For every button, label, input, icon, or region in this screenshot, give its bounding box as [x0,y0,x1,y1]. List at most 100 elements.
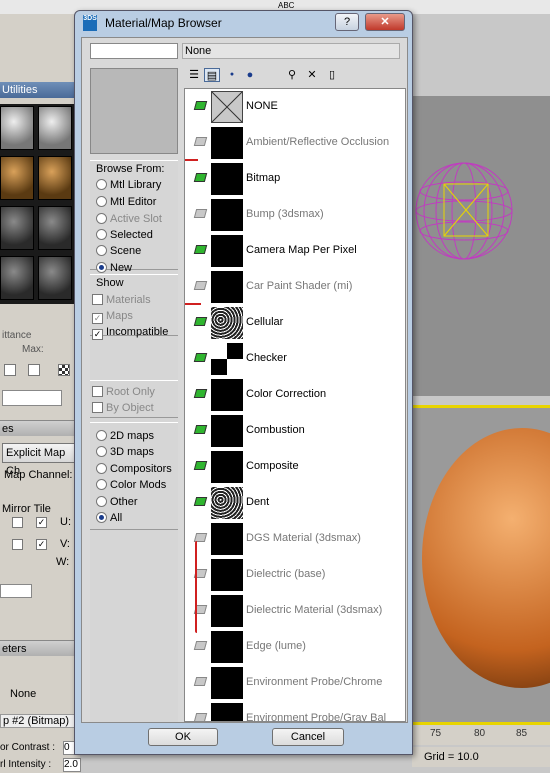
list-item[interactable]: Bitmap [185,161,385,197]
mirror-v-checkbox[interactable] [12,539,23,550]
clear-icon[interactable]: ▯ [324,68,340,82]
map-swatch [211,415,243,447]
list-item[interactable]: Camera Map Per Pixel [185,233,385,269]
map-name-field[interactable]: p #2 (Bitmap) [0,714,80,728]
spinner-field[interactable] [0,584,32,598]
ruler-tick: 85 [516,728,528,739]
radio-all[interactable]: All [96,511,122,525]
list-item[interactable]: Composite [185,449,385,485]
checkbox-by-object[interactable]: By Object [92,401,154,415]
cancel-button[interactable]: Cancel [272,728,344,746]
max-label: Max: [22,344,44,355]
map-channel-label: Map Channel: [4,469,73,481]
list-item[interactable]: Combustion [185,413,385,449]
radio-mtl-editor[interactable]: Mtl Editor [96,195,156,209]
list-view-icon[interactable]: ☰ [186,68,202,82]
time-ruler[interactable]: 75 80 85 [412,725,550,745]
list-item[interactable]: DGS Material (3dsmax) [185,521,385,557]
checkbox-root-only[interactable]: Root Only [92,385,155,399]
help-button[interactable]: ? [335,13,359,31]
checkbox-incompatible[interactable]: ✓ Incompatible [92,325,169,340]
material-slot[interactable] [38,256,72,300]
small-icons-view-icon[interactable]: ● [224,68,240,82]
radio-other[interactable]: Other [96,495,138,509]
tile-v-checkbox[interactable]: ✓ [36,539,47,550]
map-type-icon [193,353,208,362]
options-icon[interactable] [28,364,40,376]
delete-icon[interactable]: ✕ [304,68,320,82]
checkbox-label: By Object [106,402,154,414]
material-slot[interactable] [38,206,72,250]
utilities-tab[interactable]: Utilities [0,82,80,98]
radio-icon [96,213,107,224]
material-slot[interactable] [0,156,34,200]
radio-compositors[interactable]: Compositors [96,462,172,476]
radio-active-slot[interactable]: Active Slot [96,212,162,226]
material-slot[interactable] [38,156,72,200]
list-item[interactable]: Bump (3dsmax) [185,197,385,233]
list-item[interactable]: Car Paint Shader (mi) [185,269,385,305]
radio-selected[interactable]: Selected [96,228,153,242]
radio-icon [96,179,107,190]
list-item-label: Dent [246,496,270,508]
list-item[interactable]: NONE [185,89,385,125]
list-item[interactable]: Ambient/Reflective Occlusion [185,125,389,161]
checkbox-materials[interactable]: Materials [92,293,151,307]
pick-icon[interactable] [4,364,16,376]
search-input[interactable] [90,43,178,59]
radio-2d-maps[interactable]: 2D maps [96,429,154,443]
map-swatch [211,91,243,123]
explicit-map-channel-button[interactable]: Explicit Map Ch [2,443,78,477]
radio-label: Other [110,496,138,508]
viewport-camera[interactable] [412,405,550,725]
coordinates-rollout[interactable]: es [0,420,80,436]
checkbox-label: Incompatible [106,326,169,338]
intensity-field[interactable]: 2.0 [63,758,81,772]
checkmark-icon: ✓ [92,329,103,340]
list-item[interactable]: Color Correction [185,377,385,413]
radio-icon [96,430,107,441]
list-item[interactable]: Dent [185,485,385,521]
radio-mtl-library[interactable]: Mtl Library [96,178,161,192]
list-item-label: NONE [246,100,278,112]
list-item[interactable]: Environment Probe/Gray Bal [185,701,386,721]
checkbox-icon [92,294,103,305]
parameters-rollout[interactable]: eters [0,640,80,656]
ok-button[interactable]: OK [148,728,218,746]
annotation-mark [195,541,199,633]
list-item[interactable]: Edge (lume) [185,629,385,665]
browse-from-title: Browse From: [96,163,165,175]
mirror-u-checkbox[interactable] [12,517,23,528]
list-item-label: Ambient/Reflective Occlusion [246,136,390,148]
checker-icon[interactable] [58,364,70,376]
material-slot[interactable] [0,106,34,150]
map-swatch [211,343,243,375]
radio-scene[interactable]: Scene [96,244,141,258]
checkbox-maps[interactable]: ✓ Maps [92,309,133,324]
close-button[interactable]: ✕ [365,13,405,31]
viewport-perspective[interactable] [412,96,550,396]
list-item[interactable]: Checker [185,341,385,377]
list-item[interactable]: Dielectric (base) [185,557,385,593]
large-icons-view-icon[interactable]: ● [242,68,258,82]
list-item[interactable]: Dielectric Material (3dsmax) [185,593,385,629]
ruler-tick: 80 [474,728,486,739]
material-slot[interactable] [38,106,72,150]
abc-tab[interactable]: ABC [278,1,294,10]
radio-3d-maps[interactable]: 3D maps [96,445,154,459]
radio-icon [96,496,107,507]
list-item-label: Color Correction [246,388,327,400]
material-slot[interactable] [0,256,34,300]
list-icons-view-icon[interactable]: ▤ [204,68,220,82]
update-scene-icon[interactable]: ⚲ [284,68,300,82]
map-list[interactable]: NONE Ambient/Reflective Occlusion Bitmap Bu… [184,88,406,722]
material-slot[interactable] [0,206,34,250]
list-item[interactable]: Cellular [185,305,385,341]
map-swatch [211,631,243,663]
radio-new[interactable]: New [96,261,132,275]
radio-color-mods[interactable]: Color Mods [96,478,166,492]
title-bar[interactable]: 3DS Material/Map Browser ? ✕ [75,11,412,35]
dropdown[interactable] [2,390,62,406]
list-item[interactable]: Environment Probe/Chrome [185,665,385,701]
tile-u-checkbox[interactable]: ✓ [36,517,47,528]
